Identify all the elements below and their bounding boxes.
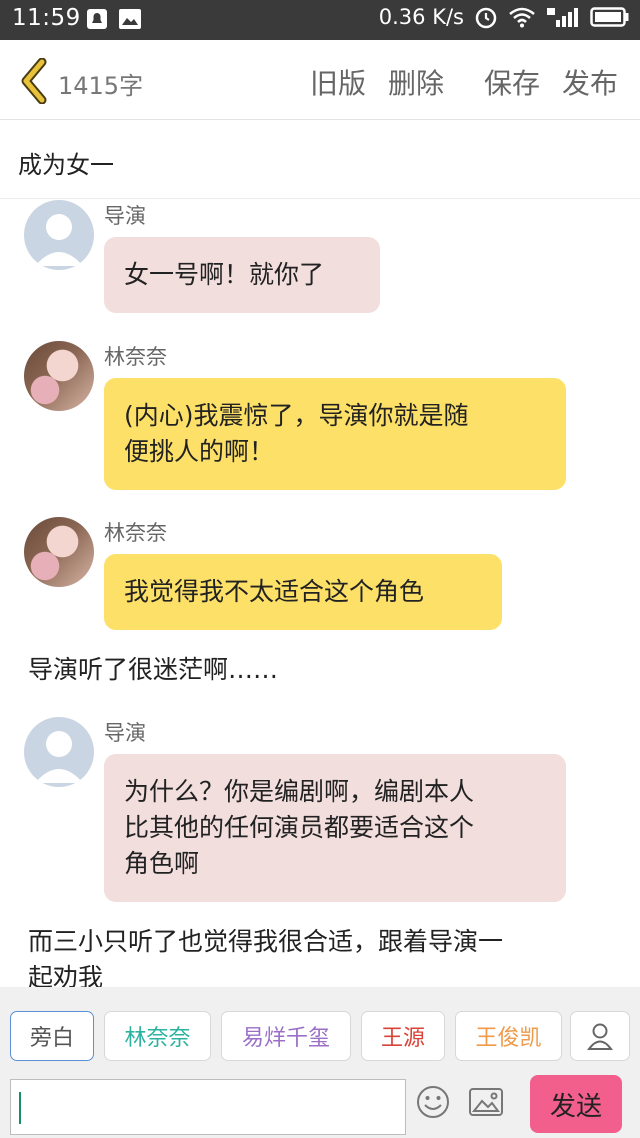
role-chip-lin-nainai[interactable]: 林奈奈 — [104, 1011, 211, 1061]
speaker-name: 导演 — [104, 204, 146, 228]
send-label: 发送 — [549, 1091, 602, 1122]
message-input[interactable] — [10, 1079, 406, 1135]
story-content[interactable]: 导演 女一号啊！就你了 林奈奈 (内心)我震惊了，导演你就是随 便挑人的啊！ 林… — [0, 200, 640, 987]
bubble-text-line: 比其他的任何演员都要适合这个 — [124, 813, 475, 842]
speech-bubble[interactable]: (内心)我震惊了，导演你就是随 便挑人的啊！ — [104, 378, 566, 490]
image-notification-icon — [119, 9, 141, 29]
story-title-row[interactable]: 成为女一 — [0, 121, 640, 199]
narration-text[interactable]: 而三小只听了也觉得我很合适，跟着导演一 起劝我 — [28, 924, 628, 987]
image-icon[interactable] — [468, 1085, 504, 1119]
bubble-text-line: 为什么？你是编剧啊，编剧本人 — [124, 777, 475, 806]
network-speed: 0.36 K/s — [378, 5, 464, 29]
send-button[interactable]: 发送 — [530, 1075, 622, 1133]
bubble-text-line: 角色啊 — [124, 849, 200, 878]
avatar — [24, 517, 94, 587]
role-label: 易烊千玺 — [241, 1026, 330, 1051]
narration-line: 起劝我 — [28, 963, 104, 987]
default-avatar-icon — [35, 731, 83, 783]
speech-bubble[interactable]: 女一号啊！就你了 — [104, 237, 380, 313]
bubble-text: 女一号啊！就你了 — [124, 260, 325, 289]
old-version-button[interactable]: 旧版 — [310, 62, 366, 102]
word-count: 1415字 — [58, 72, 144, 100]
bubble-text-line: 便挑人的啊！ — [124, 437, 275, 466]
battery-icon — [590, 7, 629, 27]
notification-bell-icon — [87, 9, 107, 29]
back-arrow-icon[interactable] — [18, 58, 50, 104]
delete-button[interactable]: 删除 — [388, 62, 444, 102]
bubble-text: 我觉得我不太适合这个角色 — [124, 577, 425, 606]
input-bar: 发送 — [0, 1073, 640, 1138]
role-chip-wang-yuan[interactable]: 王源 — [361, 1011, 445, 1061]
avatar — [24, 341, 94, 411]
role-chip-yi-yang-qianxi[interactable]: 易烊千玺 — [221, 1011, 351, 1061]
default-avatar-icon — [35, 214, 83, 266]
speech-bubble[interactable]: 我觉得我不太适合这个角色 — [104, 554, 502, 630]
role-selector-bar: 旁白 林奈奈 易烊千玺 王源 王俊凯 — [0, 987, 640, 1073]
status-right: 0.36 K/s — [379, 5, 630, 29]
narration-text[interactable]: 导演听了很迷茫啊…… — [28, 652, 278, 688]
text-caret — [19, 1092, 21, 1124]
alarm-icon — [475, 7, 497, 29]
bubble-text-line: (内心)我震惊了，导演你就是随 — [124, 401, 469, 430]
speech-bubble[interactable]: 为什么？你是编剧啊，编剧本人 比其他的任何演员都要适合这个 角色啊 — [104, 754, 566, 902]
add-role-button[interactable] — [570, 1011, 630, 1061]
4g-signal-icon — [547, 8, 578, 27]
speaker-name: 林奈奈 — [104, 345, 167, 369]
publish-button[interactable]: 发布 — [562, 62, 618, 102]
speaker-name: 导演 — [104, 721, 146, 745]
narration-line: 而三小只听了也觉得我很合适，跟着导演一 — [28, 927, 504, 956]
speaker-name: 林奈奈 — [104, 521, 167, 545]
avatar — [24, 717, 94, 787]
status-left-icons — [86, 8, 142, 30]
story-title[interactable]: 成为女一 — [18, 145, 114, 180]
role-chip-narrator[interactable]: 旁白 — [10, 1011, 94, 1061]
role-label: 王源 — [380, 1026, 425, 1051]
editor-header: 1415字 旧版 删除 保存 发布 — [0, 40, 640, 120]
role-label: 林奈奈 — [124, 1026, 191, 1051]
status-bar: 11:59 0.36 K/s — [0, 0, 640, 40]
avatar — [24, 200, 94, 270]
status-time: 11:59 — [12, 5, 81, 31]
role-chip-wang-junkai[interactable]: 王俊凯 — [455, 1011, 562, 1061]
person-icon — [587, 1023, 613, 1050]
role-label: 旁白 — [29, 1026, 74, 1051]
role-label: 王俊凯 — [475, 1026, 542, 1051]
emoji-icon[interactable] — [416, 1085, 450, 1119]
save-button[interactable]: 保存 — [484, 62, 540, 102]
wifi-icon — [509, 7, 535, 28]
